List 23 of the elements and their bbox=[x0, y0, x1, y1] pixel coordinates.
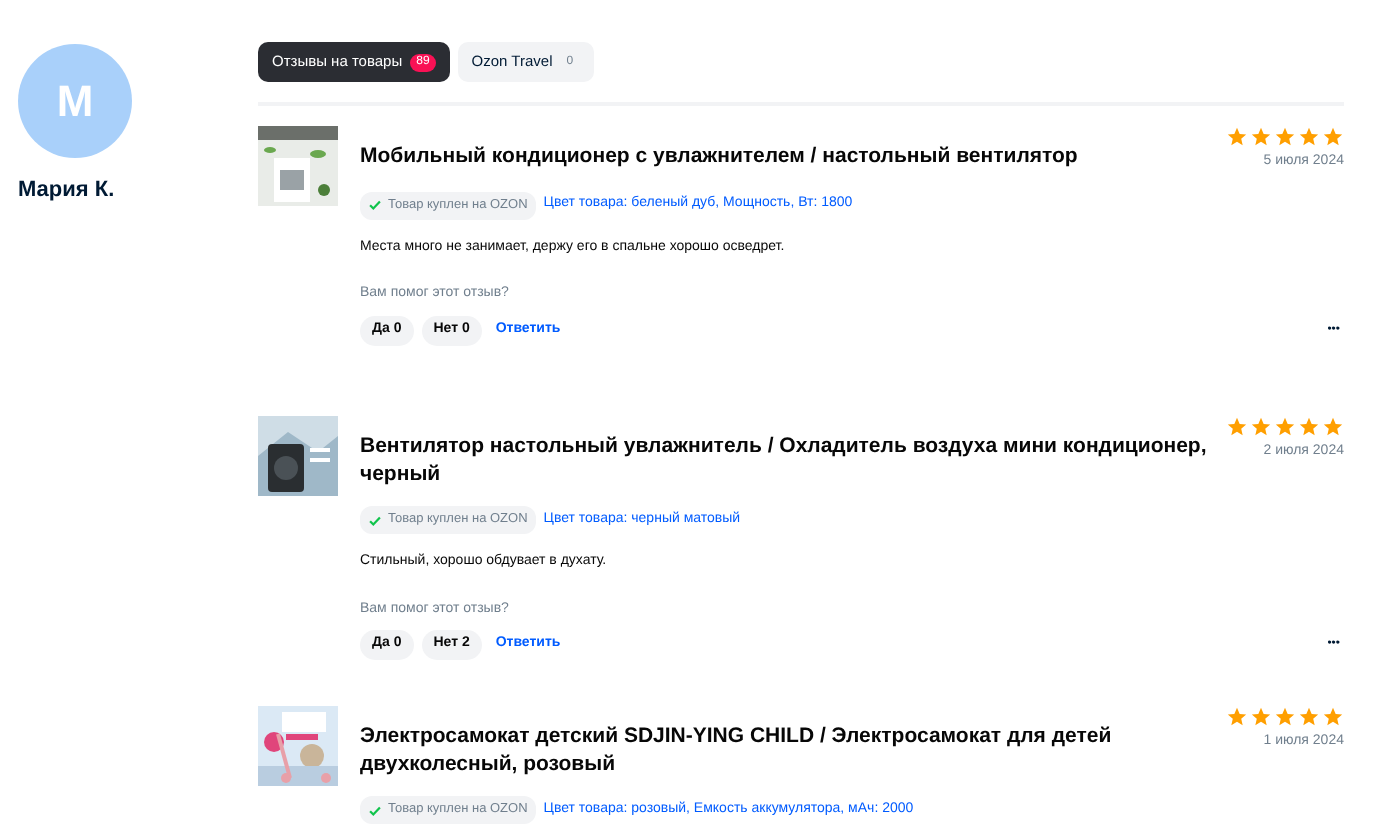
user-name: Мария К. bbox=[18, 176, 115, 206]
product-title[interactable]: Вентилятор настольный увлажнитель / Охладитель воздуха мини кондиционер, черный bbox=[360, 432, 1220, 488]
check-icon bbox=[368, 803, 382, 817]
star-icon bbox=[1322, 126, 1344, 148]
star-icon bbox=[1226, 416, 1248, 438]
star-icon bbox=[1250, 416, 1272, 438]
avatar: М bbox=[18, 44, 132, 158]
star-icon bbox=[1298, 706, 1320, 728]
star-icon bbox=[1250, 126, 1272, 148]
star-icon bbox=[1322, 416, 1344, 438]
check-icon bbox=[368, 513, 382, 527]
check-icon bbox=[368, 198, 382, 212]
star-icon bbox=[1226, 126, 1248, 148]
star-icon bbox=[1250, 706, 1272, 728]
product-title[interactable]: Электросамокат детский SDJIN-YING CHILD / Электросамокат для детей двухколесный, розовый bbox=[360, 722, 1220, 778]
star-icon bbox=[1274, 416, 1296, 438]
star-icon bbox=[1322, 706, 1344, 728]
star-icon bbox=[1298, 416, 1320, 438]
star-icon bbox=[1226, 706, 1248, 728]
star-icon bbox=[1298, 126, 1320, 148]
star-icon bbox=[1274, 126, 1296, 148]
star-icon bbox=[1274, 706, 1296, 728]
product-title[interactable]: Мобильный кондиционер с увлажнителем / настольный вентилятор bbox=[360, 142, 1220, 173]
